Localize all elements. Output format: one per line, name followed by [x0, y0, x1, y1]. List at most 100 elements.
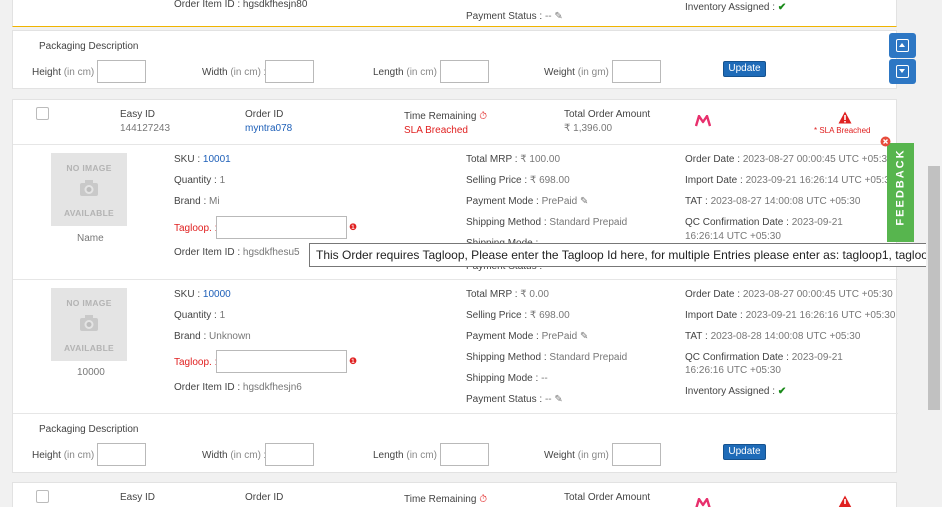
tat-field: TAT : 2023-08-28 14:00:08 UTC +05:30	[685, 331, 861, 342]
time-remaining-label: Time Remaining ⏱	[404, 111, 488, 122]
inventory-assigned-label: Inventory Assigned : ✔	[685, 2, 787, 13]
divider	[13, 144, 898, 145]
order-panel-next: Easy ID Order ID Time Remaining ⏱ Total …	[12, 482, 897, 507]
order-item-id-field: Order Item ID : hgsdkfhesjn6	[174, 382, 302, 393]
close-icon[interactable]	[880, 136, 891, 147]
shipping-mode-field: Shipping Mode : --	[466, 373, 548, 384]
quantity-field: Quantity : 1	[174, 310, 226, 321]
scroll-down-button[interactable]	[889, 59, 916, 84]
packaging-description-panel: Packaging Description Height (in cm) : W…	[12, 30, 897, 89]
order-id-link[interactable]: myntra078	[245, 123, 292, 134]
sku-field: SKU : 10000	[174, 289, 231, 300]
sku-field: SKU : 10001	[174, 154, 231, 165]
order-item-id-field: Order Item ID : hgsdkfhesu5	[174, 247, 300, 258]
packaging-title: Packaging Description	[39, 41, 139, 52]
total-amount-label: Total Order Amount	[564, 109, 651, 120]
inventory-assigned-label: Inventory Assigned : ✔	[685, 386, 787, 397]
product-image-placeholder: NO IMAGE AVAILABLE	[51, 288, 127, 361]
qc-date-time: 16:26:16 UTC +05:30	[685, 365, 781, 376]
payment-status-label: Payment Status : -- ✎	[466, 11, 563, 22]
payment-mode-field: Payment Mode : PrePaid ✎	[466, 331, 589, 342]
tagloop-input[interactable]	[216, 350, 347, 373]
length-label: Length (in cm) :	[373, 67, 443, 78]
product-name: 10000	[77, 367, 105, 378]
tagloop-label: Tagloop. :	[174, 357, 218, 368]
edit-pencil-icon[interactable]: ✎	[554, 394, 562, 405]
tagloop-tooltip: This Order requires Tagloop, Please ente…	[309, 243, 941, 267]
qc-date-time: 16:26:14 UTC +05:30	[685, 231, 781, 242]
product-name: Name	[77, 233, 104, 244]
width-label: Width (in cm) :	[202, 450, 267, 461]
feedback-tab[interactable]: FEEDBACK	[887, 143, 914, 242]
total-mrp-field: Total MRP : ₹ 100.00	[466, 154, 561, 165]
weight-label: Weight (in gm) :	[544, 67, 614, 78]
width-input[interactable]	[265, 443, 314, 466]
info-icon[interactable]: ❶	[349, 222, 357, 233]
length-input[interactable]	[440, 60, 489, 83]
total-amount-label: Total Order Amount	[564, 492, 651, 503]
divider	[13, 413, 898, 414]
checkmark-icon: ✔	[777, 2, 787, 13]
warning-icon	[838, 495, 852, 507]
order-select-checkbox[interactable]	[36, 107, 49, 120]
sla-breached-badge: * SLA Breached	[814, 126, 871, 135]
selling-price-field: Selling Price : ₹ 698.00	[466, 310, 570, 321]
brand-field: Brand : Mi	[174, 196, 220, 207]
checkmark-icon: ✔	[777, 386, 787, 397]
easy-id-label: Easy ID	[120, 492, 156, 503]
shipping-method-field: Shipping Method : Standard Prepaid	[466, 352, 628, 363]
packaging-title: Packaging Description	[39, 424, 139, 435]
edit-pencil-icon[interactable]: ✎	[580, 331, 588, 342]
scrollbar-thumb[interactable]	[928, 166, 940, 410]
weight-label: Weight (in gm) :	[544, 450, 614, 461]
weight-input[interactable]	[612, 443, 661, 466]
info-icon[interactable]: ❶	[349, 356, 357, 367]
edit-pencil-icon[interactable]: ✎	[580, 196, 588, 207]
order-date-field: Order Date : 2023-08-27 00:00:45 UTC +05…	[685, 154, 893, 165]
arrow-up-icon	[899, 43, 905, 47]
selling-price-field: Selling Price : ₹ 698.00	[466, 175, 570, 186]
warning-icon	[838, 111, 852, 124]
height-label: Height (in cm) :	[32, 450, 100, 461]
import-date-field: Import Date : 2023-09-21 16:26:16 UTC +0…	[685, 310, 896, 321]
order-panel-previous: Order Item ID : hgsdkfhesjn80 Payment St…	[12, 0, 897, 27]
quantity-field: Quantity : 1	[174, 175, 226, 186]
shipping-method-field: Shipping Method : Standard Prepaid	[466, 217, 628, 228]
weight-input[interactable]	[612, 60, 661, 83]
width-input[interactable]	[265, 60, 314, 83]
order-select-checkbox[interactable]	[36, 490, 49, 503]
scroll-up-button[interactable]	[889, 33, 916, 58]
easy-id-value: 144127243	[120, 123, 171, 134]
order-panel: Easy ID 144127243 Order ID myntra078 Tim…	[12, 99, 898, 473]
update-button[interactable]: Update	[723, 444, 766, 460]
length-label: Length (in cm) :	[373, 450, 443, 461]
height-input[interactable]	[97, 443, 146, 466]
arrow-down-icon	[899, 69, 905, 73]
payment-mode-field: Payment Mode : PrePaid ✎	[466, 196, 589, 207]
qc-date-field: QC Confirmation Date : 2023-09-21	[685, 352, 843, 363]
brand-field: Brand : Unknown	[174, 331, 251, 342]
total-mrp-field: Total MRP : ₹ 0.00	[466, 289, 549, 300]
myntra-logo-icon	[695, 115, 711, 127]
timer-icon: ⏱	[479, 494, 488, 505]
total-amount-value: ₹ 1,396.00	[564, 123, 613, 134]
height-input[interactable]	[97, 60, 146, 83]
width-label: Width (in cm) :	[202, 67, 267, 78]
tat-field: TAT : 2023-08-27 14:00:08 UTC +05:30	[685, 196, 861, 207]
qc-date-field: QC Confirmation Date : 2023-09-21	[685, 217, 843, 228]
tagloop-input[interactable]	[216, 216, 347, 239]
update-button[interactable]: Update	[723, 61, 766, 77]
sla-status-text: SLA Breached	[404, 125, 468, 136]
order-id-label: Order ID	[245, 492, 284, 503]
edit-pencil-icon[interactable]: ✎	[554, 11, 562, 22]
product-image-placeholder: NO IMAGE AVAILABLE	[51, 153, 127, 226]
length-input[interactable]	[440, 443, 489, 466]
order-date-field: Order Date : 2023-08-27 00:00:45 UTC +05…	[685, 289, 893, 300]
tagloop-label: Tagloop. :	[174, 223, 218, 234]
divider	[13, 279, 898, 280]
myntra-logo-icon	[695, 498, 711, 507]
height-label: Height (in cm) :	[32, 67, 100, 78]
camera-icon	[80, 180, 98, 196]
order-id-label: Order ID	[245, 109, 284, 120]
time-remaining-label: Time Remaining ⏱	[404, 494, 488, 505]
